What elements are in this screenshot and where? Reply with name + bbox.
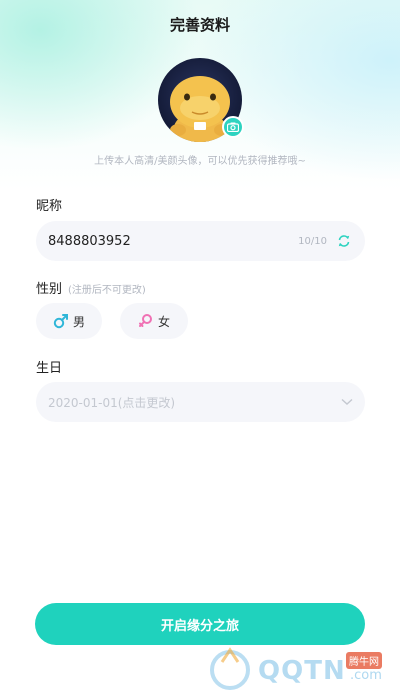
page-title: 完善资料 [169, 16, 230, 34]
nickname-char-count: 10/10 [298, 235, 327, 247]
birthday-value[interactable]: 2020-01-01(点击更改) [48, 394, 341, 411]
birthday-field[interactable]: 2020-01-01(点击更改) [36, 382, 365, 422]
gender-label: 性别 [36, 282, 63, 297]
gender-note: (注册后不可更改) [68, 285, 146, 296]
nickname-label: 昵称 [36, 199, 63, 214]
avatar-upload[interactable] [158, 58, 244, 142]
male-icon [53, 314, 68, 329]
female-button[interactable]: 女 [120, 303, 188, 339]
male-label: 男 [72, 314, 85, 329]
avatar-hint: 上传本人高清/美颜头像，可以优先获得推荐哦~ [94, 156, 306, 167]
start-journey-button[interactable]: 开启缘分之旅 [35, 603, 365, 645]
birthday-label: 生日 [36, 361, 63, 376]
nickname-value[interactable]: 8488803952 [48, 234, 298, 249]
female-icon [138, 314, 152, 327]
watermark-text: QQTN [258, 656, 346, 686]
camera-icon[interactable] [222, 116, 244, 138]
watermark-logo-icon [210, 647, 250, 690]
watermark-badge: 腾牛网 [346, 652, 382, 669]
nickname-field[interactable]: 8488803952 10/10 [36, 221, 365, 261]
female-label: 女 [157, 314, 170, 329]
refresh-icon[interactable] [335, 232, 353, 250]
chevron-down-icon[interactable] [341, 398, 353, 406]
gender-label-row: 性别 (注册后不可更改) [36, 278, 146, 297]
watermark: QQTN .com 腾牛网 [200, 642, 400, 691]
watermark-suffix: .com [350, 668, 382, 683]
male-button[interactable]: 男 [36, 303, 102, 339]
